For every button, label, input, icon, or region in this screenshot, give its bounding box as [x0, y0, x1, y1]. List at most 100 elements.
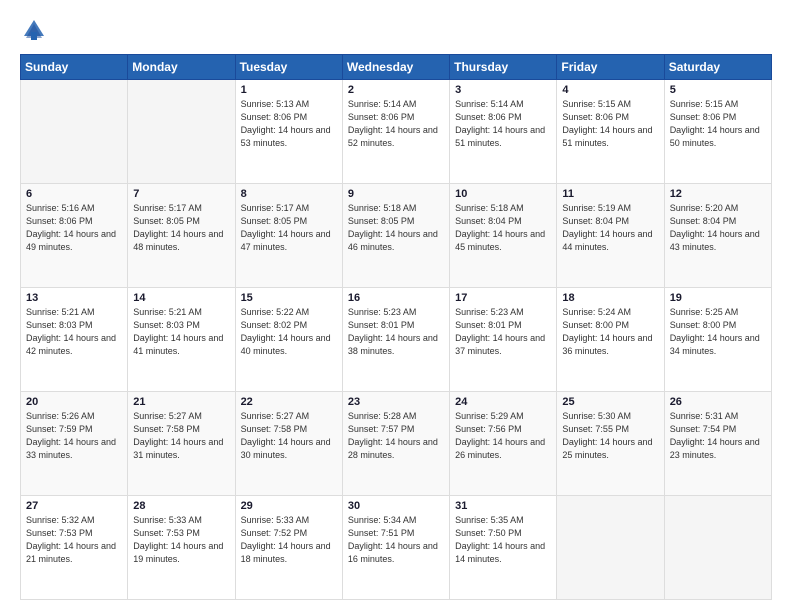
day-info: Sunrise: 5:25 AMSunset: 8:00 PMDaylight:… — [670, 306, 766, 358]
logo — [20, 16, 52, 44]
day-number: 22 — [241, 396, 337, 408]
calendar-cell: 17 Sunrise: 5:23 AMSunset: 8:01 PMDayligh… — [450, 288, 557, 392]
weekday-header: Sunday — [21, 55, 128, 80]
calendar-cell: 31 Sunrise: 5:35 AMSunset: 7:50 PMDayligh… — [450, 496, 557, 600]
day-number: 1 — [241, 84, 337, 96]
calendar-cell: 2 Sunrise: 5:14 AMSunset: 8:06 PMDaylight… — [342, 80, 449, 184]
day-info: Sunrise: 5:20 AMSunset: 8:04 PMDaylight:… — [670, 202, 766, 254]
weekday-header: Wednesday — [342, 55, 449, 80]
day-info: Sunrise: 5:15 AMSunset: 8:06 PMDaylight:… — [562, 98, 658, 150]
day-number: 8 — [241, 188, 337, 200]
day-info: Sunrise: 5:28 AMSunset: 7:57 PMDaylight:… — [348, 410, 444, 462]
day-info: Sunrise: 5:18 AMSunset: 8:05 PMDaylight:… — [348, 202, 444, 254]
calendar-cell: 10 Sunrise: 5:18 AMSunset: 8:04 PMDayligh… — [450, 184, 557, 288]
page: SundayMondayTuesdayWednesdayThursdayFrid… — [0, 0, 792, 612]
day-number: 9 — [348, 188, 444, 200]
day-number: 21 — [133, 396, 229, 408]
calendar-cell: 22Sunrise: 5:27 AMSunset: 7:58 PMDayligh… — [235, 392, 342, 496]
day-number: 18 — [562, 292, 658, 304]
logo-icon — [20, 16, 48, 44]
day-info: Sunrise: 5:19 AMSunset: 8:04 PMDaylight:… — [562, 202, 658, 254]
day-number: 30 — [348, 500, 444, 512]
calendar-week-row: 20 Sunrise: 5:26 AMSunset: 7:59 PMDayligh… — [21, 392, 772, 496]
calendar-cell: 29Sunrise: 5:33 AMSunset: 7:52 PMDayligh… — [235, 496, 342, 600]
calendar-cell: 24 Sunrise: 5:29 AMSunset: 7:56 PMDayligh… — [450, 392, 557, 496]
weekday-header: Tuesday — [235, 55, 342, 80]
header — [20, 16, 772, 44]
calendar-cell: 3Sunrise: 5:14 AMSunset: 8:06 PMDaylight… — [450, 80, 557, 184]
day-number: 17 — [455, 292, 551, 304]
calendar-week-row: 1 Sunrise: 5:13 AMSunset: 8:06 PMDaylight… — [21, 80, 772, 184]
calendar-cell — [557, 496, 664, 600]
calendar-cell: 8 Sunrise: 5:17 AMSunset: 8:05 PMDaylight… — [235, 184, 342, 288]
day-number: 31 — [455, 500, 551, 512]
day-info: Sunrise: 5:18 AMSunset: 8:04 PMDaylight:… — [455, 202, 551, 254]
calendar-cell: 25 Sunrise: 5:30 AMSunset: 7:55 PMDayligh… — [557, 392, 664, 496]
day-info: Sunrise: 5:14 AMSunset: 8:06 PMDaylight:… — [348, 98, 444, 150]
calendar-cell — [664, 496, 771, 600]
calendar-cell: 28 Sunrise: 5:33 AMSunset: 7:53 PMDayligh… — [128, 496, 235, 600]
day-info: Sunrise: 5:30 AMSunset: 7:55 PMDaylight:… — [562, 410, 658, 462]
day-number: 10 — [455, 188, 551, 200]
calendar-cell: 27Sunrise: 5:32 AMSunset: 7:53 PMDayligh… — [21, 496, 128, 600]
day-info: Sunrise: 5:33 AMSunset: 7:53 PMDaylight:… — [133, 514, 229, 566]
calendar-cell: 23 Sunrise: 5:28 AMSunset: 7:57 PMDayligh… — [342, 392, 449, 496]
calendar-cell: 1 Sunrise: 5:13 AMSunset: 8:06 PMDaylight… — [235, 80, 342, 184]
calendar-cell: 9 Sunrise: 5:18 AMSunset: 8:05 PMDaylight… — [342, 184, 449, 288]
calendar-week-row: 6 Sunrise: 5:16 AMSunset: 8:06 PMDaylight… — [21, 184, 772, 288]
weekday-header: Saturday — [664, 55, 771, 80]
day-number: 15 — [241, 292, 337, 304]
day-number: 25 — [562, 396, 658, 408]
day-number: 4 — [562, 84, 658, 96]
calendar-cell: 30Sunrise: 5:34 AMSunset: 7:51 PMDayligh… — [342, 496, 449, 600]
day-number: 16 — [348, 292, 444, 304]
day-number: 12 — [670, 188, 766, 200]
day-number: 26 — [670, 396, 766, 408]
calendar-week-row: 13 Sunrise: 5:21 AMSunset: 8:03 PMDayligh… — [21, 288, 772, 392]
calendar-header-row: SundayMondayTuesdayWednesdayThursdayFrid… — [21, 55, 772, 80]
day-info: Sunrise: 5:17 AMSunset: 8:05 PMDaylight:… — [241, 202, 337, 254]
day-info: Sunrise: 5:35 AMSunset: 7:50 PMDaylight:… — [455, 514, 551, 566]
day-number: 27 — [26, 500, 122, 512]
day-number: 19 — [670, 292, 766, 304]
weekday-header: Friday — [557, 55, 664, 80]
day-number: 6 — [26, 188, 122, 200]
day-info: Sunrise: 5:24 AMSunset: 8:00 PMDaylight:… — [562, 306, 658, 358]
calendar-week-row: 27Sunrise: 5:32 AMSunset: 7:53 PMDayligh… — [21, 496, 772, 600]
day-number: 29 — [241, 500, 337, 512]
calendar-cell: 7Sunrise: 5:17 AMSunset: 8:05 PMDaylight… — [128, 184, 235, 288]
calendar-cell — [128, 80, 235, 184]
day-info: Sunrise: 5:31 AMSunset: 7:54 PMDaylight:… — [670, 410, 766, 462]
day-number: 13 — [26, 292, 122, 304]
calendar-cell: 12 Sunrise: 5:20 AMSunset: 8:04 PMDayligh… — [664, 184, 771, 288]
weekday-header: Thursday — [450, 55, 557, 80]
calendar-table: SundayMondayTuesdayWednesdayThursdayFrid… — [20, 54, 772, 600]
day-number: 11 — [562, 188, 658, 200]
day-number: 2 — [348, 84, 444, 96]
day-info: Sunrise: 5:13 AMSunset: 8:06 PMDaylight:… — [241, 98, 337, 150]
calendar-cell: 20 Sunrise: 5:26 AMSunset: 7:59 PMDayligh… — [21, 392, 128, 496]
day-number: 5 — [670, 84, 766, 96]
day-info: Sunrise: 5:22 AMSunset: 8:02 PMDaylight:… — [241, 306, 337, 358]
day-number: 24 — [455, 396, 551, 408]
calendar-cell: 19 Sunrise: 5:25 AMSunset: 8:00 PMDayligh… — [664, 288, 771, 392]
calendar-cell: 16Sunrise: 5:23 AMSunset: 8:01 PMDayligh… — [342, 288, 449, 392]
weekday-header: Monday — [128, 55, 235, 80]
calendar-cell: 6 Sunrise: 5:16 AMSunset: 8:06 PMDaylight… — [21, 184, 128, 288]
calendar-cell: 4 Sunrise: 5:15 AMSunset: 8:06 PMDaylight… — [557, 80, 664, 184]
day-info: Sunrise: 5:17 AMSunset: 8:05 PMDaylight:… — [133, 202, 229, 254]
day-info: Sunrise: 5:27 AMSunset: 7:58 PMDaylight:… — [133, 410, 229, 462]
calendar-cell: 11 Sunrise: 5:19 AMSunset: 8:04 PMDayligh… — [557, 184, 664, 288]
day-info: Sunrise: 5:21 AMSunset: 8:03 PMDaylight:… — [26, 306, 122, 358]
day-number: 23 — [348, 396, 444, 408]
calendar-cell — [21, 80, 128, 184]
day-info: Sunrise: 5:23 AMSunset: 8:01 PMDaylight:… — [455, 306, 551, 358]
day-number: 28 — [133, 500, 229, 512]
day-number: 20 — [26, 396, 122, 408]
day-info: Sunrise: 5:16 AMSunset: 8:06 PMDaylight:… — [26, 202, 122, 254]
day-info: Sunrise: 5:29 AMSunset: 7:56 PMDaylight:… — [455, 410, 551, 462]
calendar-cell: 13 Sunrise: 5:21 AMSunset: 8:03 PMDayligh… — [21, 288, 128, 392]
day-info: Sunrise: 5:26 AMSunset: 7:59 PMDaylight:… — [26, 410, 122, 462]
calendar-cell: 14Sunrise: 5:21 AMSunset: 8:03 PMDayligh… — [128, 288, 235, 392]
calendar-cell: 5Sunrise: 5:15 AMSunset: 8:06 PMDaylight… — [664, 80, 771, 184]
